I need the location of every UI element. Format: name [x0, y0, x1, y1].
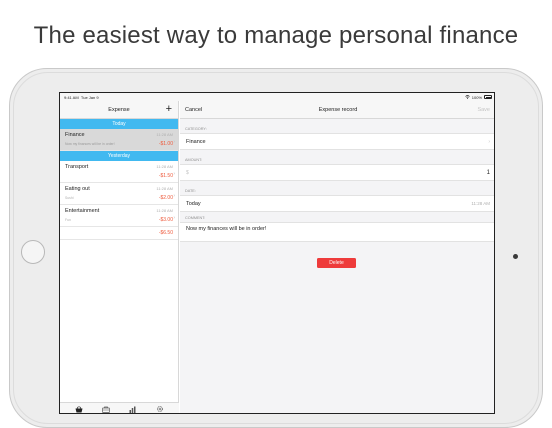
tab-reports[interactable]	[128, 405, 138, 414]
basket-icon	[75, 405, 83, 412]
add-expense-button[interactable]: +	[166, 103, 172, 115]
date-field[interactable]: Today 11:28 AM	[180, 195, 494, 212]
comment-label: COMMENT:	[185, 216, 206, 220]
expense-list-title: Expense	[108, 106, 130, 113]
section-header-today: Today	[60, 119, 178, 129]
expense-record-navbar: Cancel Expense record Save	[180, 101, 494, 119]
expense-time: 11:28 AM	[156, 164, 173, 169]
expense-amount: -$1.50	[158, 173, 173, 179]
expense-name: Entertainment	[65, 208, 100, 214]
expense-list-navbar: Expense +	[60, 101, 178, 119]
amount-currency: $	[186, 169, 189, 176]
expense-row[interactable]: Eating out 11:28 AM Sushi -$2.00 ›	[60, 183, 178, 205]
tab-bar	[60, 402, 179, 414]
chevron-right-icon: ›	[173, 171, 175, 177]
camera-dot	[513, 254, 518, 259]
expense-name: Eating out	[65, 186, 90, 192]
chevron-right-icon: ›	[173, 215, 175, 221]
bar-chart-icon	[129, 406, 136, 413]
expense-row[interactable]: Transport 11:28 AM -$1.50 ›	[60, 161, 178, 183]
status-right: 100%	[465, 95, 492, 100]
battery-icon	[484, 95, 492, 99]
briefcase-icon	[102, 406, 110, 413]
date-label: DATE:	[185, 189, 196, 193]
expense-time: 11:28 AM	[156, 186, 173, 191]
save-button[interactable]: Save	[477, 107, 490, 113]
app-screen: 9:41 AM Tue Jan 9 100% Expense + Today F…	[59, 92, 495, 414]
date-time: 11:28 AM	[471, 201, 490, 206]
status-date: Tue Jan 9	[80, 94, 99, 100]
category-field[interactable]: Finance ›	[180, 133, 494, 150]
wifi-icon	[465, 95, 470, 99]
marketing-headline: The easiest way to manage personal finan…	[33, 22, 519, 49]
chevron-right-icon: ›	[173, 193, 175, 199]
section-header-yesterday: Yesterday	[60, 151, 178, 161]
expense-time: 11:28 AM	[156, 208, 173, 213]
chevron-right-icon: ›	[173, 139, 175, 145]
expense-time: 11:28 AM	[156, 132, 173, 137]
comment-field[interactable]: Now my finances will be in order!	[180, 222, 494, 242]
cancel-button[interactable]: Cancel	[185, 107, 202, 113]
delete-button[interactable]: Delete	[317, 258, 356, 268]
expense-amount: -$1.00	[158, 141, 173, 147]
day-total: -$6.50	[60, 227, 178, 240]
gear-icon	[156, 406, 163, 412]
status-bar: 9:41 AM Tue Jan 9 100%	[60, 93, 494, 101]
expense-record-title: Expense record	[318, 106, 358, 113]
category-value: Finance	[186, 138, 206, 145]
expense-comment: Sushi	[65, 196, 74, 200]
tab-expense[interactable]	[74, 405, 84, 414]
amount-value: 1	[486, 169, 490, 176]
status-time: 9:41 AM	[64, 94, 79, 100]
expense-name: Finance	[65, 132, 85, 138]
tab-accounts[interactable]	[101, 405, 111, 414]
expense-comment: Fun	[65, 218, 71, 222]
category-label: CATEGORY:	[185, 127, 207, 131]
expense-row[interactable]: Finance 11:28 AM Now my finances will be…	[60, 129, 178, 151]
expense-list-panel: Expense + Today Finance 11:28 AM Now my …	[60, 101, 179, 414]
expense-record-panel: Cancel Expense record Save CATEGORY: Fin…	[180, 101, 494, 413]
expense-name: Transport	[65, 164, 89, 170]
expense-amount: -$2.00	[158, 195, 173, 201]
amount-label: AMOUNT:	[185, 158, 203, 162]
home-button	[21, 240, 45, 264]
expense-comment: Now my finances will be in order!	[65, 142, 115, 146]
battery-percent: 100%	[471, 94, 482, 100]
expense-amount: -$3.00	[158, 217, 173, 223]
expense-row[interactable]: Entertainment 11:28 AM Fun -$3.00 ›	[60, 205, 178, 227]
status-time-date: 9:41 AM Tue Jan 9	[64, 95, 99, 100]
chevron-right-icon: ›	[488, 138, 490, 145]
amount-field[interactable]: $ 1	[180, 164, 494, 181]
date-value: Today	[186, 200, 201, 207]
tab-settings[interactable]	[155, 405, 165, 414]
